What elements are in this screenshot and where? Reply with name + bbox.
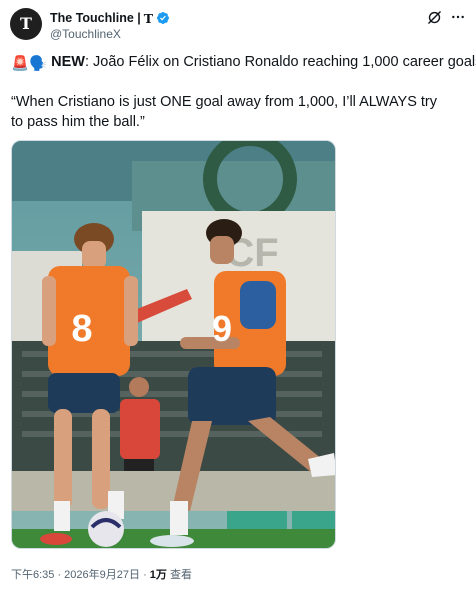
speaking-head-icon: 🗣️ bbox=[29, 56, 48, 72]
training-photo-illustration: CF 8 9 bbox=[12, 141, 335, 548]
views-count[interactable]: 1万 bbox=[150, 569, 167, 581]
tweet-quote: “When Cristiano is just ONE goal away fr… bbox=[11, 94, 438, 130]
tweet-timestamp[interactable]: 下午6:35 · 2026年9月27日 · bbox=[11, 569, 150, 581]
verified-badge-icon bbox=[157, 12, 170, 24]
siren-icon: 🚨 bbox=[11, 56, 30, 72]
tweet-meta: 下午6:35 · 2026年9月27日 · 1万 查看 bbox=[11, 566, 192, 582]
tweet-lead-bold: NEW bbox=[51, 54, 85, 70]
jersey-number-left: 8 bbox=[71, 308, 92, 350]
more-options-icon[interactable] bbox=[450, 9, 466, 25]
tweet-photo[interactable]: CF 8 9 bbox=[11, 140, 336, 549]
tweet-header: T The Touchline | T @TouchlineX bbox=[10, 8, 466, 44]
avatar-letter: T bbox=[20, 14, 32, 33]
display-name[interactable]: The Touchline | bbox=[50, 11, 141, 25]
name-row[interactable]: The Touchline | T bbox=[50, 10, 170, 26]
avatar[interactable]: T bbox=[10, 8, 42, 40]
views-label: 查看 bbox=[166, 569, 192, 581]
jersey-number-right: 9 bbox=[212, 308, 232, 349]
name-badge: T bbox=[143, 10, 154, 26]
tweet-lead-rest: : João Félix on Cristiano Ronaldo reachi… bbox=[85, 54, 476, 70]
grok-icon[interactable] bbox=[427, 10, 442, 25]
tweet-text-line: 🚨🗣️ NEW: João Félix on Cristiano Ronaldo… bbox=[11, 53, 476, 73]
handle[interactable]: @TouchlineX bbox=[50, 27, 121, 41]
